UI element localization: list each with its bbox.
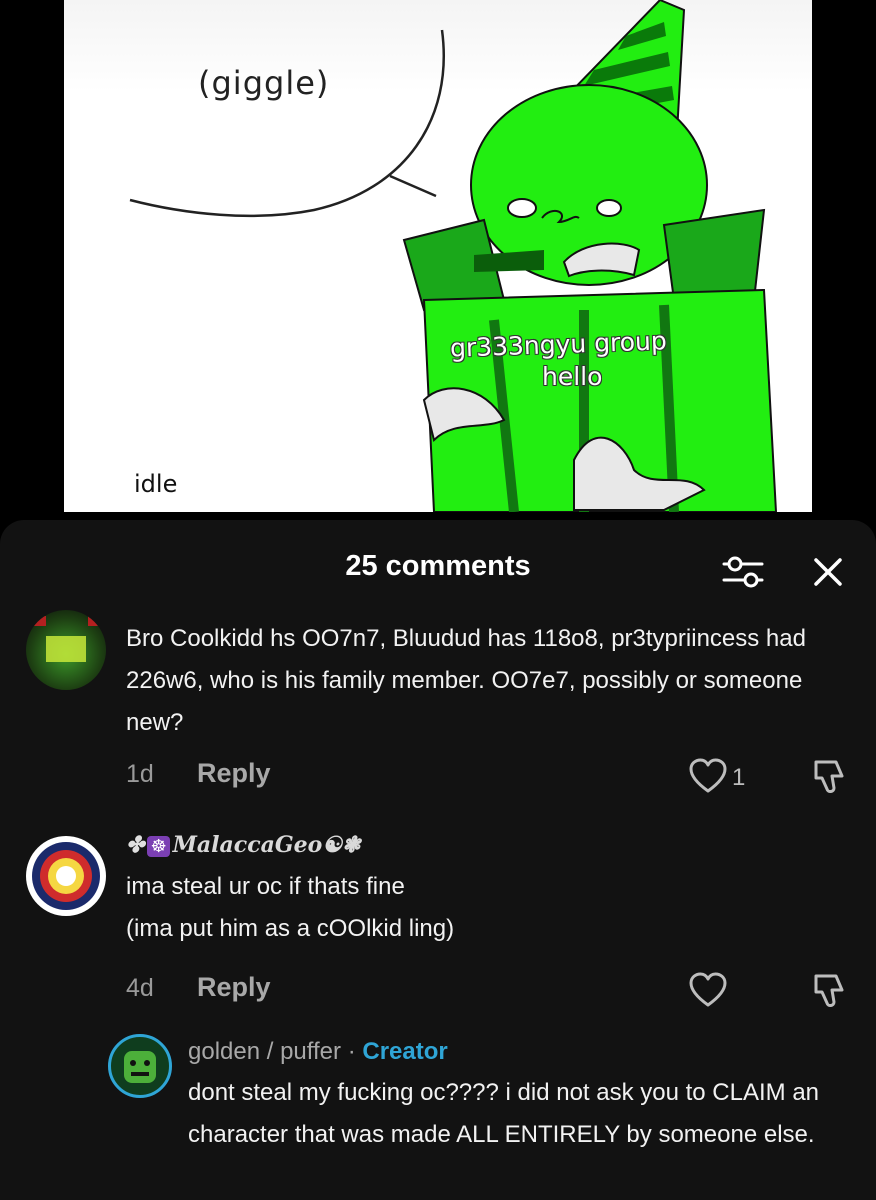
comment-item: ✤ ☸ MalaccaGeo☯❃ ima steal ur oc if thats … — [0, 828, 876, 1028]
comment-age: 1d — [126, 760, 154, 788]
dislike-icon[interactable] — [808, 758, 848, 796]
comments-sheet: 25 comments Bro Coolkidd hs OO7n7, Bluud… — [0, 520, 876, 1200]
speech-text: (giggle) — [198, 64, 330, 102]
comment-text: Bro Coolkidd hs OO7n7, Bluudud has 118o8… — [126, 625, 806, 736]
avatar[interactable] — [26, 836, 106, 916]
comment-item: Bro Coolkidd hs OO7n7, Bluudud has 118o8… — [0, 610, 876, 810]
creator-badge: Creator — [362, 1038, 448, 1065]
avatar[interactable] — [26, 610, 106, 690]
comment-username: ✤ ☸ MalaccaGeo☯❃ — [126, 832, 361, 858]
yin-yang-icon: ☯ — [322, 832, 343, 858]
comment-text: dont steal my fucking oc???? i did not a… — [188, 1079, 820, 1148]
heart-icon[interactable] — [688, 758, 728, 796]
like-count: 1 — [732, 764, 746, 791]
comment-age: 4d — [126, 974, 154, 1002]
reply-button[interactable]: Reply — [197, 758, 271, 789]
avatar[interactable] — [108, 1034, 172, 1098]
flower-icon: ✤ — [126, 832, 145, 858]
close-icon[interactable] — [808, 552, 848, 592]
corner-label: idle — [134, 470, 178, 498]
heart-icon[interactable] — [688, 972, 728, 1010]
comment-username: golden / puffer · Creator — [188, 1038, 448, 1065]
wheel-icon: ☸ — [147, 836, 170, 857]
video-frame: (giggle) idle gr333ngyu group hello — [64, 0, 812, 512]
sliders-icon[interactable] — [720, 552, 766, 592]
video-caption-line2: hello — [542, 362, 603, 391]
reply-comment-item: golden / puffer · Creator dont steal my … — [0, 1032, 876, 1200]
reply-button[interactable]: Reply — [197, 972, 271, 1003]
comment-text: (ima put him as a cOOlkid ling) — [126, 915, 455, 942]
flower-icon: ❃ — [342, 832, 361, 858]
dislike-icon[interactable] — [808, 972, 848, 1010]
comments-header: 25 comments — [0, 520, 876, 616]
video-player[interactable]: (giggle) idle gr333ngyu group hello — [0, 0, 876, 520]
oc-drawing — [129, 0, 778, 512]
comment-text: ima steal ur oc if thats fine — [126, 873, 405, 900]
